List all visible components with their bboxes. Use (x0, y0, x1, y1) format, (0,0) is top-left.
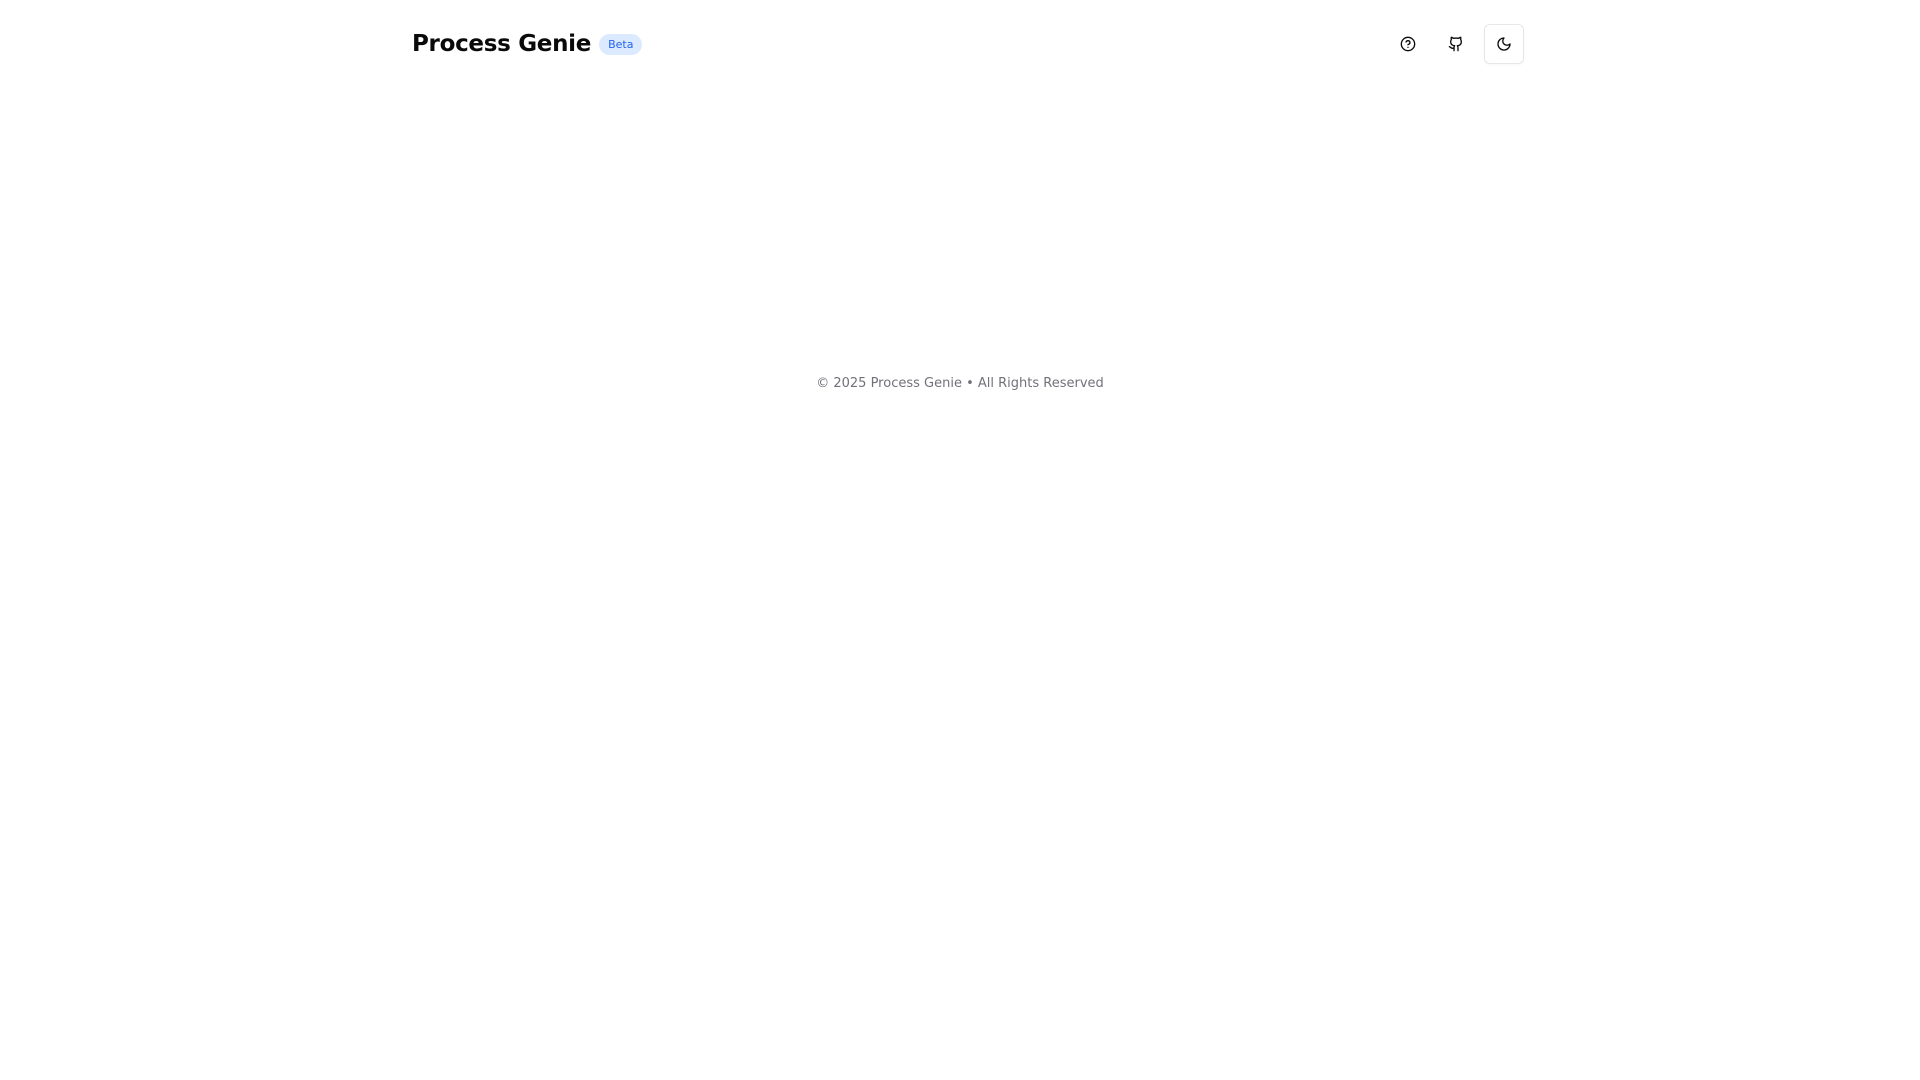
github-button[interactable] (1436, 24, 1476, 64)
app-title: Process Genie (412, 31, 592, 57)
beta-badge: Beta (599, 33, 643, 55)
app-header: Process Genie Beta (0, 0, 1920, 88)
theme-toggle-button[interactable] (1484, 24, 1524, 64)
footer: © 2025 Process Genie • All Rights Reserv… (0, 376, 1920, 391)
brand: Process Genie Beta (412, 26, 643, 62)
help-button[interactable] (1388, 24, 1428, 64)
help-circle-icon (1400, 36, 1416, 52)
moon-icon (1496, 36, 1512, 52)
copyright-text: © 2025 Process Genie • All Rights Reserv… (816, 376, 1104, 391)
header-actions (1388, 24, 1524, 64)
github-icon (1448, 36, 1464, 52)
